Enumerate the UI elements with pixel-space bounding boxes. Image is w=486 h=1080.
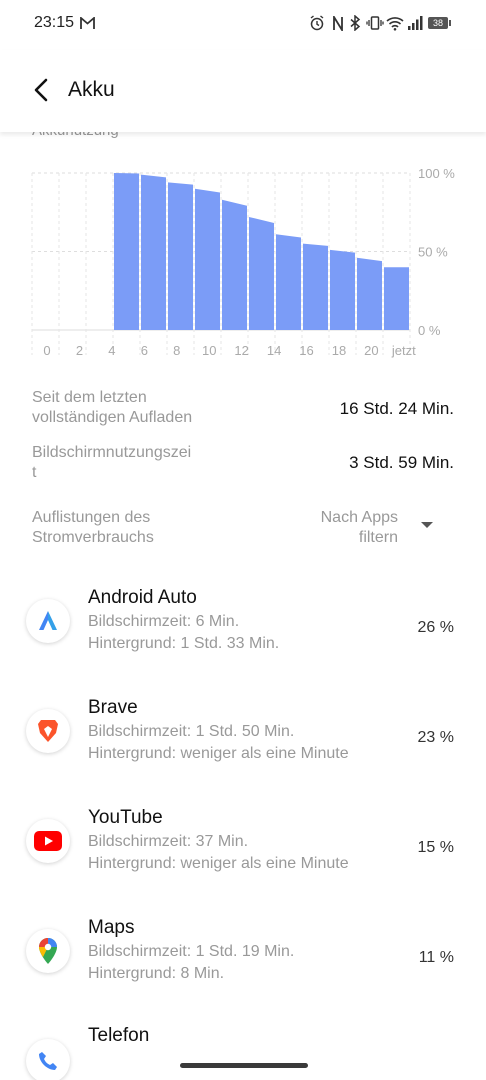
chart-bar	[303, 243, 328, 330]
chart-bar	[357, 257, 382, 330]
bluetooth-icon	[349, 13, 361, 33]
app-background-time: Hintergrund: 8 Min.	[88, 965, 225, 982]
screen-time-label: Bildschirmnutzungszei t	[32, 443, 191, 483]
app-percent: 23 %	[417, 729, 454, 746]
chart-bar	[330, 249, 355, 330]
chart-x-tick-label: 10	[202, 343, 216, 358]
chart-bar	[141, 174, 166, 330]
app-screen-time: Bildschirmzeit: 37 Min.	[88, 833, 249, 850]
chart-x-tick-label: 20	[364, 343, 378, 358]
vibrate-icon	[366, 13, 384, 33]
navigation-handle[interactable]	[180, 1063, 308, 1068]
filter-by-apps[interactable]: Nach Apps filtern	[321, 508, 398, 548]
signal-icon	[408, 13, 423, 33]
app-bar: Akku	[0, 50, 486, 132]
chart-x-tick-label: 2	[76, 343, 83, 358]
chart-x-tick-label: 0	[43, 343, 50, 358]
app-screen-time: Bildschirmzeit: 1 Std. 19 Min.	[88, 943, 295, 960]
filter-by-apps-label: Nach Apps filtern	[320, 509, 398, 546]
app-screen-time: Bildschirmzeit: 1 Std. 50 Min.	[88, 723, 295, 740]
app-name: YouTube	[88, 807, 163, 828]
app-percent: 26 %	[417, 619, 454, 636]
list-item-maps[interactable]: Maps Bildschirmzeit: 1 Std. 19 Min. Hint…	[0, 905, 486, 1005]
nfc-icon	[332, 13, 344, 33]
list-item-youtube[interactable]: YouTube Bildschirmzeit: 37 Min. Hintergr…	[0, 795, 486, 895]
battery-usage-chart: 0 2 4 6 8 10 12 14 16 18 20 jetzt 100 % 50 % 0 %	[31, 166, 455, 358]
app-percent: 11 %	[418, 949, 454, 966]
app-name: Telefon	[88, 1025, 150, 1046]
brave-icon	[26, 709, 70, 753]
since-full-charge-label: Seit dem letzten vollständigen Aufladen	[32, 388, 192, 428]
page-title: Akku	[68, 78, 115, 101]
app-background-time: Hintergrund: weniger als eine Minute	[88, 855, 349, 872]
app-name: Brave	[88, 697, 138, 718]
usage-list-label: Auflistungen des Stromverbrauchs	[32, 508, 154, 548]
since-full-charge-label-text: Seit dem letzten vollständigen Aufladen	[32, 389, 193, 426]
chart-x-tick-label: 12	[234, 343, 248, 358]
chart-bar	[195, 188, 220, 330]
status-bar: 23:15 38	[0, 0, 486, 50]
alarm-icon	[309, 13, 325, 33]
chart-x-tick-label: 8	[173, 343, 180, 358]
list-item-android-auto[interactable]: Android Auto Bildschirmzeit: 6 Min. Hint…	[0, 575, 486, 675]
gmail-notification-icon	[80, 13, 95, 33]
chart-bar	[276, 234, 301, 330]
chart-x-tick-label: jetzt	[391, 343, 416, 358]
app-background-time: Hintergrund: 1 Std. 33 Min.	[88, 635, 280, 652]
chart-x-tick-label: 14	[267, 343, 281, 358]
chart-bar	[384, 267, 409, 330]
chart-x-tick-label: 16	[299, 343, 313, 358]
wifi-icon	[386, 13, 404, 33]
chart-x-tick-label: 6	[141, 343, 148, 358]
app-name: Android Auto	[88, 587, 197, 608]
chart-x-tick-label: 18	[332, 343, 346, 358]
status-time: 23:15	[34, 14, 75, 31]
app-background-time: Hintergrund: weniger als eine Minute	[88, 745, 349, 762]
youtube-icon	[26, 819, 70, 863]
chart-y-tick-label: 0 %	[418, 323, 441, 338]
screen-time-label-text: Bildschirmnutzungszei t	[32, 444, 192, 481]
chart-bar	[249, 216, 274, 330]
list-item-telefon[interactable]: Telefon	[0, 1015, 486, 1080]
app-screen-time: Bildschirmzeit: 6 Min.	[88, 613, 240, 630]
dropdown-arrow-icon[interactable]	[418, 518, 436, 530]
app-percent: 15 %	[417, 839, 454, 856]
chart-bar	[168, 182, 193, 330]
android-auto-icon	[26, 599, 70, 643]
chart-bar	[222, 199, 247, 330]
chart-y-tick-label: 100 %	[418, 166, 455, 181]
maps-icon	[26, 929, 70, 973]
screen-time-value: 3 Std. 59 Min.	[349, 453, 454, 472]
chart-x-tick-label: 4	[108, 343, 115, 358]
back-button[interactable]	[28, 76, 56, 104]
phone-icon	[26, 1039, 70, 1080]
battery-icon: 38	[428, 13, 451, 33]
since-full-charge-value: 16 Std. 24 Min.	[339, 399, 454, 418]
battery-level: 38	[432, 18, 443, 28]
list-item-brave[interactable]: Brave Bildschirmzeit: 1 Std. 50 Min. Hin…	[0, 685, 486, 785]
chart-bar	[114, 173, 139, 330]
app-name: Maps	[88, 917, 135, 938]
chart-y-tick-label: 50 %	[418, 245, 448, 260]
usage-list-label-text: Auflistungen des Stromverbrauchs	[32, 509, 154, 546]
